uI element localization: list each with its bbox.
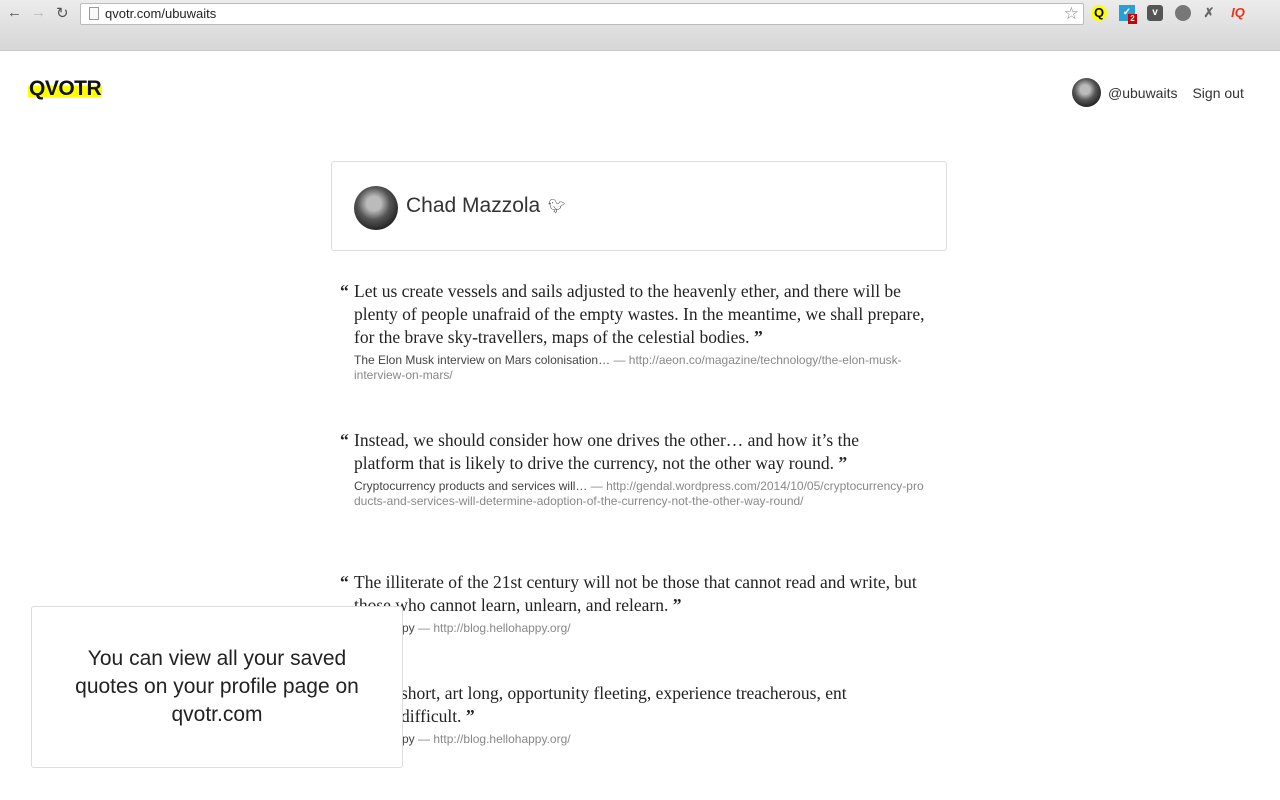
reload-icon[interactable]: ↻ <box>56 4 69 22</box>
user-menu: @ubuwaits Sign out <box>1072 78 1244 107</box>
quote-text: Let us create vessels and sails adjusted… <box>354 281 925 347</box>
address-bar[interactable]: qvotr.com/ubuwaits ☆ <box>80 3 1084 25</box>
quote-source[interactable]: py <box>402 621 415 635</box>
twitter-icon[interactable]: 🐦︎ <box>548 198 566 215</box>
username-link[interactable]: @ubuwaits <box>1108 85 1177 101</box>
quote-text: Instead, we should consider how one driv… <box>354 430 859 473</box>
quote-item: “Instead, we should consider how one dri… <box>340 430 924 508</box>
todo-extension-icon[interactable]: ✓ 2 <box>1119 5 1137 24</box>
browser-toolbar: ← → ↻ qvotr.com/ubuwaits ☆ Q ✓ 2 v ✗ IQ <box>0 0 1280 51</box>
pocket-icon[interactable]: v <box>1147 5 1163 21</box>
bookmark-star-icon[interactable]: ☆ <box>1064 4 1079 24</box>
quote-source[interactable]: Cryptocurrency products and services wil… <box>354 479 587 493</box>
open-quote-mark: “ <box>340 281 349 301</box>
popup-message: You can view all your saved quotes on yo… <box>75 647 359 726</box>
profile-card: Chad Mazzola 🐦︎ <box>331 161 947 251</box>
quote-item: short, art long, opportunity fleeting, e… <box>401 683 847 746</box>
quote-text: The illiterate of the 21st century will … <box>354 572 917 615</box>
extension-badge: 2 <box>1128 14 1137 24</box>
qvotr-extension-icon[interactable]: Q <box>1091 5 1107 21</box>
forward-icon[interactable]: → <box>31 4 46 21</box>
open-quote-mark: “ <box>340 430 349 450</box>
quote-item: “Let us create vessels and sails adjuste… <box>340 281 925 382</box>
url-text: qvotr.com/ubuwaits <box>105 6 217 21</box>
user-avatar[interactable] <box>1072 78 1101 107</box>
info-popup: You can view all your saved quotes on yo… <box>31 606 403 768</box>
page-icon <box>89 7 99 20</box>
sign-out-link[interactable]: Sign out <box>1192 85 1243 101</box>
quote-source[interactable]: The Elon Musk interview on Mars colonisa… <box>354 353 610 367</box>
iq-extension-icon[interactable]: IQ <box>1227 5 1249 21</box>
quote-url[interactable]: http://blog.hellohappy.org/ <box>433 621 570 635</box>
extension-circle-icon[interactable] <box>1175 5 1191 21</box>
qvotr-logo[interactable]: QVOTR <box>28 77 103 101</box>
quote-url[interactable]: http://blog.hellohappy.org/ <box>433 732 570 746</box>
profile-avatar <box>354 186 398 230</box>
quote-source[interactable]: py <box>402 732 415 746</box>
back-icon[interactable]: ← <box>7 4 22 21</box>
quote-item: “The illiterate of the 21st century will… <box>340 572 917 635</box>
profile-name: Chad Mazzola <box>406 194 541 217</box>
open-quote-mark: “ <box>340 572 349 592</box>
pin-icon[interactable]: ✗ <box>1201 5 1217 21</box>
